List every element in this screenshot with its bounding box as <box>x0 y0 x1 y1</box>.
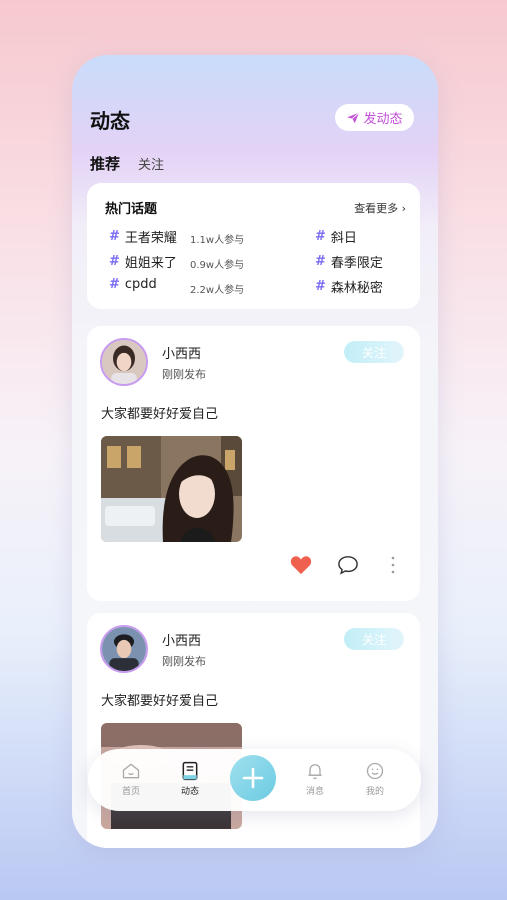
tab-following[interactable]: 关注 <box>138 154 164 173</box>
hash-icon: # <box>315 229 326 244</box>
post-photo <box>101 436 242 542</box>
post-dynamic-button[interactable]: 发动态 <box>335 104 414 131</box>
topic-name: 王者荣耀 <box>124 231 177 246</box>
hash-icon: # <box>109 277 120 292</box>
avatar-image <box>102 340 146 384</box>
topic-count: 1.1w人参与 <box>190 235 245 246</box>
post-card: 小西西 刚刚发布 关注 大家都要好好爱自己 <box>87 613 420 848</box>
chevron-right-icon: › <box>398 202 406 215</box>
bell-icon <box>308 764 322 780</box>
nav-mine[interactable]: 我的 <box>355 761 395 797</box>
see-more-link[interactable]: 查看更多 › <box>354 200 406 216</box>
page-title: 动态 <box>90 109 130 133</box>
topic-name: 森林秘密 <box>330 281 383 296</box>
topic-count: 2.2w人参与 <box>190 285 245 296</box>
post-dynamic-label: 发动态 <box>363 112 403 127</box>
bottom-nav: 首页 动态 消息 我的 <box>88 749 421 811</box>
hash-icon: # <box>315 254 326 269</box>
topic-item[interactable]: # 春季限定 <box>315 252 383 271</box>
username[interactable]: 小西西 <box>162 630 201 649</box>
more-button[interactable] <box>390 556 396 578</box>
avatar-image <box>102 627 146 671</box>
tab-bar: 推荐 关注 <box>90 153 164 174</box>
hot-topics-title: 热门话题 <box>105 202 158 217</box>
phone-screen: 动态 发动态 推荐 关注 热门话题 查看更多 › # 王者荣耀 1.1w人参与 … <box>72 55 438 848</box>
post-time: 刚刚发布 <box>162 655 206 668</box>
topic-name: 姐姐来了 <box>124 256 177 271</box>
hot-topics-card: 热门话题 查看更多 › # 王者荣耀 1.1w人参与 # 姐姐来了 0.9w人参… <box>87 183 420 309</box>
topic-item[interactable]: # 王者荣耀 <box>109 227 177 246</box>
topic-name: cpdd <box>124 277 157 292</box>
follow-button[interactable]: 关注 <box>344 341 404 363</box>
topic-name: 春季限定 <box>330 256 383 271</box>
create-post-button[interactable] <box>230 755 276 801</box>
nav-feed[interactable]: 动态 <box>170 761 210 797</box>
topic-count: 0.9w人参与 <box>190 260 245 271</box>
topic-item[interactable]: # 斜日 <box>315 227 357 246</box>
follow-button[interactable]: 关注 <box>344 628 404 650</box>
post-image[interactable] <box>101 436 242 542</box>
avatar[interactable] <box>100 338 148 386</box>
more-vertical-icon <box>391 556 395 574</box>
send-icon <box>347 111 360 123</box>
hash-icon: # <box>315 279 326 294</box>
nav-messages[interactable]: 消息 <box>295 761 335 797</box>
feed-icon <box>182 761 198 781</box>
comment-icon <box>338 556 358 575</box>
nav-feed-label: 动态 <box>180 787 199 797</box>
heart-icon <box>290 556 312 575</box>
topic-item[interactable]: # 姐姐来了 <box>109 252 177 271</box>
smiley-icon <box>366 762 384 780</box>
nav-messages-label: 消息 <box>305 787 324 797</box>
topic-item[interactable]: # cpdd <box>109 277 157 292</box>
nav-mine-label: 我的 <box>365 787 384 797</box>
hash-icon: # <box>109 254 120 269</box>
plus-icon <box>242 767 264 789</box>
hash-icon: # <box>109 229 120 244</box>
tab-recommend[interactable]: 推荐 <box>90 153 120 174</box>
username[interactable]: 小西西 <box>162 343 201 362</box>
topic-item[interactable]: # 森林秘密 <box>315 277 383 296</box>
post-text: 大家都要好好爱自己 <box>101 407 219 422</box>
comment-button[interactable] <box>337 555 359 579</box>
post-time: 刚刚发布 <box>162 368 206 381</box>
nav-home-label: 首页 <box>121 787 140 797</box>
topic-name: 斜日 <box>330 231 357 246</box>
avatar[interactable] <box>100 625 148 673</box>
like-button[interactable] <box>290 555 312 579</box>
home-icon <box>122 763 140 779</box>
nav-home[interactable]: 首页 <box>111 761 151 797</box>
see-more-label: 查看更多 <box>354 202 399 215</box>
post-text: 大家都要好好爱自己 <box>101 694 219 709</box>
post-card: 小西西 刚刚发布 关注 大家都要好好爱自己 <box>87 326 420 601</box>
